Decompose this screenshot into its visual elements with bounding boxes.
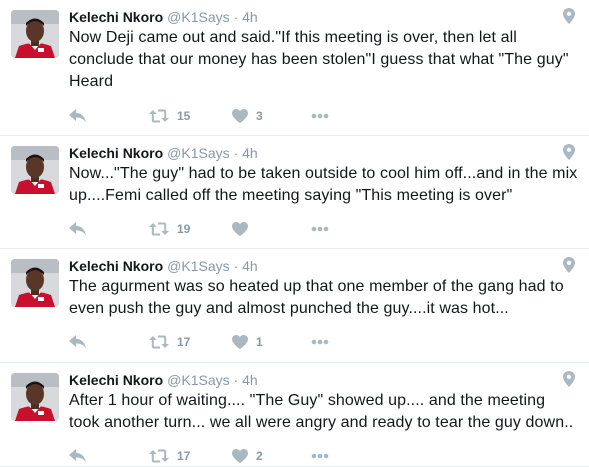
- reply-button[interactable]: [69, 106, 87, 126]
- more-button[interactable]: [311, 446, 329, 466]
- tweet[interactable]: Kelechi Nkoro @K1Says · 4h The agurment wa…: [0, 249, 589, 363]
- heart-icon: [232, 222, 248, 236]
- author-handle[interactable]: @K1Says: [167, 372, 229, 388]
- retweet-button[interactable]: 19: [149, 219, 190, 239]
- location-pin-icon[interactable]: [563, 144, 575, 160]
- retweet-count: 15: [177, 109, 191, 123]
- retweet-button[interactable]: 15: [149, 106, 190, 126]
- author-name[interactable]: Kelechi Nkoro: [69, 9, 163, 25]
- tweet-actions: 15 3: [69, 106, 399, 126]
- tweet-actions: 19: [69, 219, 399, 239]
- more-icon: [311, 453, 329, 459]
- author-name[interactable]: Kelechi Nkoro: [69, 372, 163, 388]
- retweet-button[interactable]: 17: [149, 446, 190, 466]
- tweet[interactable]: Kelechi Nkoro @K1Says · 4h After 1 hour of…: [0, 363, 589, 467]
- separator-dot: ·: [233, 9, 239, 25]
- tweet[interactable]: Kelechi Nkoro @K1Says · 4h Now..."The guy"…: [0, 136, 589, 249]
- reply-button[interactable]: [69, 446, 87, 466]
- more-button[interactable]: [311, 219, 329, 239]
- separator-dot: ·: [233, 145, 239, 161]
- like-button[interactable]: [232, 219, 256, 239]
- tweet-timestamp[interactable]: 4h: [242, 258, 258, 274]
- avatar[interactable]: [11, 146, 59, 194]
- heart-icon: [232, 335, 248, 349]
- reply-icon: [69, 109, 87, 123]
- author-handle[interactable]: @K1Says: [167, 258, 229, 274]
- tweet-timestamp[interactable]: 4h: [242, 9, 258, 25]
- author-handle[interactable]: @K1Says: [167, 145, 229, 161]
- tweet-text: After 1 hour of waiting.... "The Guy" sh…: [69, 392, 574, 431]
- location-pin-icon[interactable]: [563, 8, 575, 24]
- reply-button[interactable]: [69, 219, 87, 239]
- retweet-icon: [149, 449, 169, 463]
- tweet-text: The agurment was so heated up that one m…: [69, 278, 564, 317]
- avatar[interactable]: [11, 10, 59, 58]
- tweet-feed: Kelechi Nkoro @K1Says · 4h Now Deji came o…: [0, 0, 589, 467]
- author-handle[interactable]: @K1Says: [167, 9, 229, 25]
- avatar[interactable]: [11, 373, 59, 421]
- tweet-actions: 17 1: [69, 332, 399, 352]
- more-button[interactable]: [311, 332, 329, 352]
- like-count: 3: [256, 109, 263, 123]
- tweet-actions: 17 2: [69, 446, 399, 466]
- retweet-icon: [149, 222, 169, 236]
- reply-icon: [69, 449, 87, 463]
- retweet-count: 17: [177, 335, 191, 349]
- author-name[interactable]: Kelechi Nkoro: [69, 145, 163, 161]
- heart-icon: [232, 109, 248, 123]
- tweet-header: Kelechi Nkoro @K1Says · 4h: [69, 371, 258, 389]
- retweet-button[interactable]: 17: [149, 332, 190, 352]
- like-button[interactable]: 1: [232, 332, 263, 352]
- tweet-text: Now Deji came out and said."If this meet…: [69, 29, 569, 90]
- like-count: 1: [256, 335, 263, 349]
- author-name[interactable]: Kelechi Nkoro: [69, 258, 163, 274]
- tweet-timestamp[interactable]: 4h: [242, 145, 258, 161]
- like-button[interactable]: 3: [232, 106, 263, 126]
- reply-button[interactable]: [69, 332, 87, 352]
- retweet-icon: [149, 335, 169, 349]
- retweet-icon: [149, 109, 169, 123]
- separator-dot: ·: [233, 372, 239, 388]
- reply-icon: [69, 222, 87, 236]
- retweet-count: 17: [177, 449, 191, 463]
- tweet[interactable]: Kelechi Nkoro @K1Says · 4h Now Deji came o…: [0, 0, 589, 136]
- avatar[interactable]: [11, 259, 59, 307]
- tweet-header: Kelechi Nkoro @K1Says · 4h: [69, 144, 258, 162]
- tweet-header: Kelechi Nkoro @K1Says · 4h: [69, 8, 258, 26]
- like-count: 2: [256, 449, 263, 463]
- location-pin-icon[interactable]: [563, 257, 575, 273]
- tweet-text: Now..."The guy" had to be taken outside …: [69, 165, 578, 204]
- retweet-count: 19: [177, 222, 191, 236]
- like-button[interactable]: 2: [232, 446, 263, 466]
- tweet-timestamp[interactable]: 4h: [242, 372, 258, 388]
- more-icon: [311, 113, 329, 119]
- heart-icon: [232, 449, 248, 463]
- more-icon: [311, 339, 329, 345]
- more-button[interactable]: [311, 106, 329, 126]
- more-icon: [311, 226, 329, 232]
- tweet-header: Kelechi Nkoro @K1Says · 4h: [69, 257, 258, 275]
- reply-icon: [69, 335, 87, 349]
- location-pin-icon[interactable]: [563, 371, 575, 387]
- separator-dot: ·: [233, 258, 239, 274]
